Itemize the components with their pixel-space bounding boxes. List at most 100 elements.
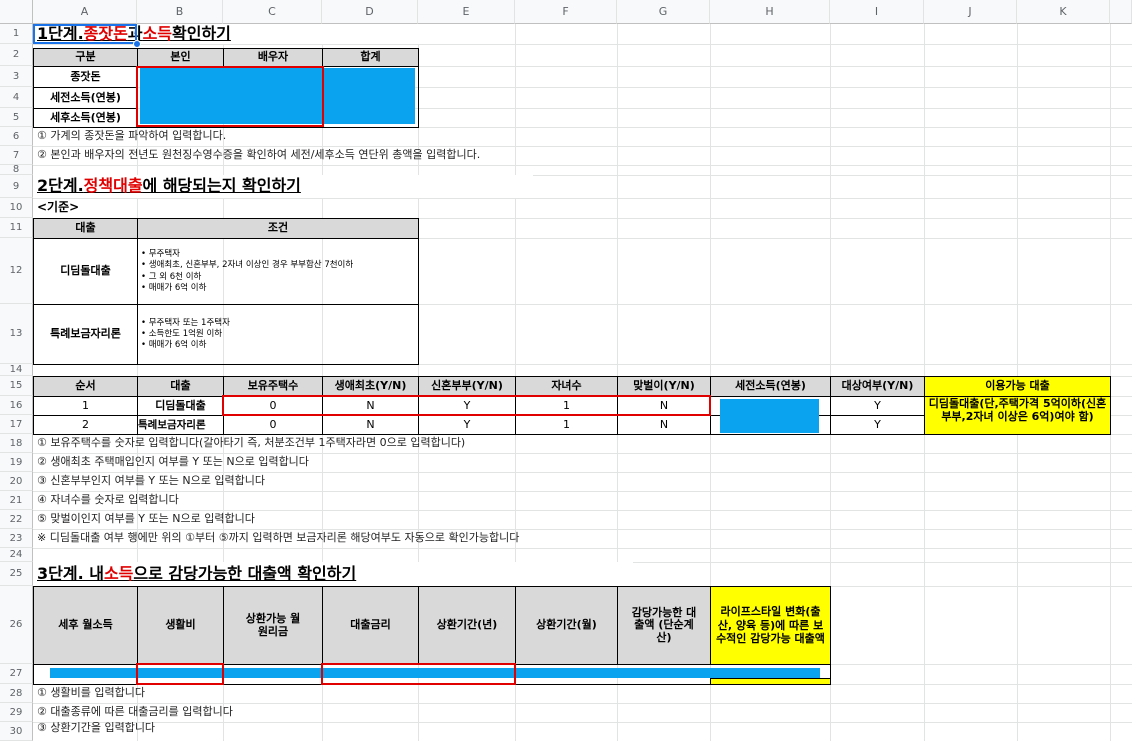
row-header-21[interactable]: 21 (0, 491, 33, 510)
row-header-26[interactable]: 26 (0, 586, 33, 664)
step3-title-income: 소득 (103, 563, 134, 583)
row-header-22[interactable]: 22 (0, 510, 33, 529)
table-cell-houses[interactable]: 0 (223, 415, 323, 435)
row-header-17[interactable]: 17 (0, 415, 33, 434)
step1-note-1: ① 가계의 종잣돈을 파악하여 입력합니다. (37, 129, 227, 143)
row-header-3[interactable]: 3 (0, 66, 33, 87)
row-header-15[interactable]: 15 (0, 376, 33, 396)
step1-header-spouse: 배우자 (223, 48, 323, 67)
criteria-header-condition: 조건 (137, 218, 419, 239)
column-header-b[interactable]: B (137, 0, 223, 24)
table-cell-order[interactable]: 1 (33, 396, 138, 416)
step3-title-part: 으로 감당가능한 대출액 확인하기 (133, 563, 357, 583)
row-header-9[interactable]: 9 (0, 175, 33, 198)
spreadsheet[interactable]: A B C D E F G H I J K 1 2 3 4 5 6 7 8 9 … (0, 0, 1132, 741)
row-header-2[interactable]: 2 (0, 44, 33, 66)
table-cell-newlywed[interactable]: Y (418, 415, 516, 435)
table-cell-loan[interactable]: 디딤돌대출 (137, 396, 224, 416)
step1-row-seed: 종잣돈 (33, 66, 138, 88)
step2-title-part: 에 해당되는지 확인하기 (142, 176, 301, 196)
row-header-19[interactable]: 19 (0, 453, 33, 472)
row-header-29[interactable]: 29 (0, 703, 33, 722)
column-header-d[interactable]: D (322, 0, 418, 24)
step2-note-1: ① 보유주택수를 숫자로 입력합니다(갈아타기 즉, 처분조건부 1주택자라면 … (37, 436, 466, 450)
column-header-j[interactable]: J (924, 0, 1017, 24)
column-header-e[interactable]: E (418, 0, 515, 24)
column-header-k[interactable]: K (1017, 0, 1110, 24)
step3-rate-term-input[interactable] (321, 663, 516, 685)
table-cell-order[interactable]: 2 (33, 415, 138, 435)
step2-title-part: 2단계. (37, 176, 84, 196)
column-header-i[interactable]: I (830, 0, 924, 24)
row-header-25[interactable]: 25 (0, 562, 33, 586)
column-header-c[interactable]: C (223, 0, 322, 24)
step3-title[interactable]: 3단계. 내 소득 으로 감당가능한 대출액 확인하기 (33, 562, 633, 586)
criteria-header-loan: 대출 (33, 218, 138, 239)
step3-header-interest-rate: 대출금리 (322, 586, 419, 665)
step2-note-5: ⑤ 맞벌이인지 여부를 Y 또는 N으로 입력합니다 (37, 512, 255, 526)
step3-note-1: ① 생활비를 입력합니다 (37, 686, 145, 700)
row-header-27[interactable]: 27 (0, 664, 33, 684)
row-header-20[interactable]: 20 (0, 472, 33, 491)
table-header-first-home: 생애최초(Y/N) (322, 376, 419, 397)
column-header-h[interactable]: H (710, 0, 830, 24)
row-header-30[interactable]: 30 (0, 722, 33, 741)
row-header-18[interactable]: 18 (0, 434, 33, 453)
fill-handle[interactable] (133, 40, 141, 48)
column-header-f[interactable]: F (515, 0, 617, 24)
pretax-income-highlight[interactable] (720, 399, 819, 433)
step2-note-4: ④ 자녀수를 숫자로 입력합니다 (37, 493, 179, 507)
step3-header-conservative-loan: 라이프스타일 변화(출산, 양육 등)에 따른 보수적인 감당가능 대출액 (710, 586, 831, 665)
row-header-6[interactable]: 6 (0, 127, 33, 146)
step3-header-living-cost: 생활비 (137, 586, 224, 665)
column-header-l[interactable] (1110, 0, 1132, 24)
step2-note-6: ※ 디딤돌대출 여부 행에만 위의 ①부터 ⑤까지 입력하면 보금자리론 해당여… (37, 531, 520, 545)
table-cell-loan[interactable]: 특례보금자리론 (137, 415, 224, 435)
step2-input-range[interactable] (222, 395, 711, 416)
step3-living-cost-input[interactable] (136, 663, 224, 685)
available-loan-result[interactable]: 디딤돌대출(단,주택가격 5억이하(신혼부부,2자녀 이상은 6억)여야 함) (924, 396, 1111, 435)
row-header-13[interactable]: 13 (0, 304, 33, 364)
step2-title[interactable]: 2단계. 정책대출 에 해당되는지 확인하기 (33, 175, 533, 198)
row-header-1[interactable]: 1 (0, 24, 33, 44)
row-header-14[interactable]: 14 (0, 364, 33, 376)
table-header-order: 순서 (33, 376, 138, 397)
row-header-7[interactable]: 7 (0, 146, 33, 165)
column-header-g[interactable]: G (617, 0, 710, 24)
criteria-loan-bogeumjari: 특례보금자리론 (33, 304, 138, 365)
step3-header-affordable-loan: 감당가능한 대출액 (단순계산) (617, 586, 711, 665)
row-header-12[interactable]: 12 (0, 238, 33, 304)
row-header-23[interactable]: 23 (0, 529, 33, 548)
row-header-5[interactable]: 5 (0, 108, 33, 127)
select-all-corner[interactable] (0, 0, 33, 24)
step1-input-range[interactable] (136, 66, 324, 127)
step1-header-self: 본인 (137, 48, 224, 67)
table-header-children: 자녀수 (515, 376, 618, 397)
row-header-4[interactable]: 4 (0, 87, 33, 108)
row-header-8[interactable]: 8 (0, 164, 33, 175)
criteria-condition-didimdol: • 무주택자 • 생애최초, 신혼부부, 2자녀 이상인 경우 부부합산 7천이… (137, 238, 419, 305)
step1-row-pretax: 세전소득(연봉) (33, 87, 138, 109)
step1-note-2: ② 본인과 배우자의 전년도 원천징수영수증을 확인하여 세전/세후소득 연단위… (37, 148, 481, 162)
row-header-11[interactable]: 11 (0, 218, 33, 238)
step3-header-monthly-payment: 상환가능 월원리금 (223, 586, 323, 665)
row-header-16[interactable]: 16 (0, 396, 33, 415)
table-cell-eligible[interactable]: Y (830, 415, 925, 435)
table-cell-eligible[interactable]: Y (830, 396, 925, 416)
table-cell-first-home[interactable]: N (322, 415, 419, 435)
step1-title-income: 소득 (142, 24, 173, 43)
table-header-pretax-income: 세전소득(연봉) (710, 376, 831, 397)
column-header-a[interactable]: A (33, 0, 137, 24)
table-cell-dual-income[interactable]: N (617, 415, 711, 435)
active-cell-selection (33, 24, 137, 44)
step3-header-term-months: 상환기간(월) (515, 586, 618, 665)
table-header-newlywed: 신혼부부(Y/N) (418, 376, 516, 397)
table-header-loan: 대출 (137, 376, 224, 397)
row-header-28[interactable]: 28 (0, 684, 33, 703)
step3-title-part: 3단계. 내 (37, 563, 104, 583)
table-header-eligible: 대상여부(Y/N) (830, 376, 925, 397)
table-cell-children[interactable]: 1 (515, 415, 618, 435)
row-header-24[interactable]: 24 (0, 548, 33, 562)
step1-header-category: 구분 (33, 48, 138, 67)
row-header-10[interactable]: 10 (0, 198, 33, 218)
